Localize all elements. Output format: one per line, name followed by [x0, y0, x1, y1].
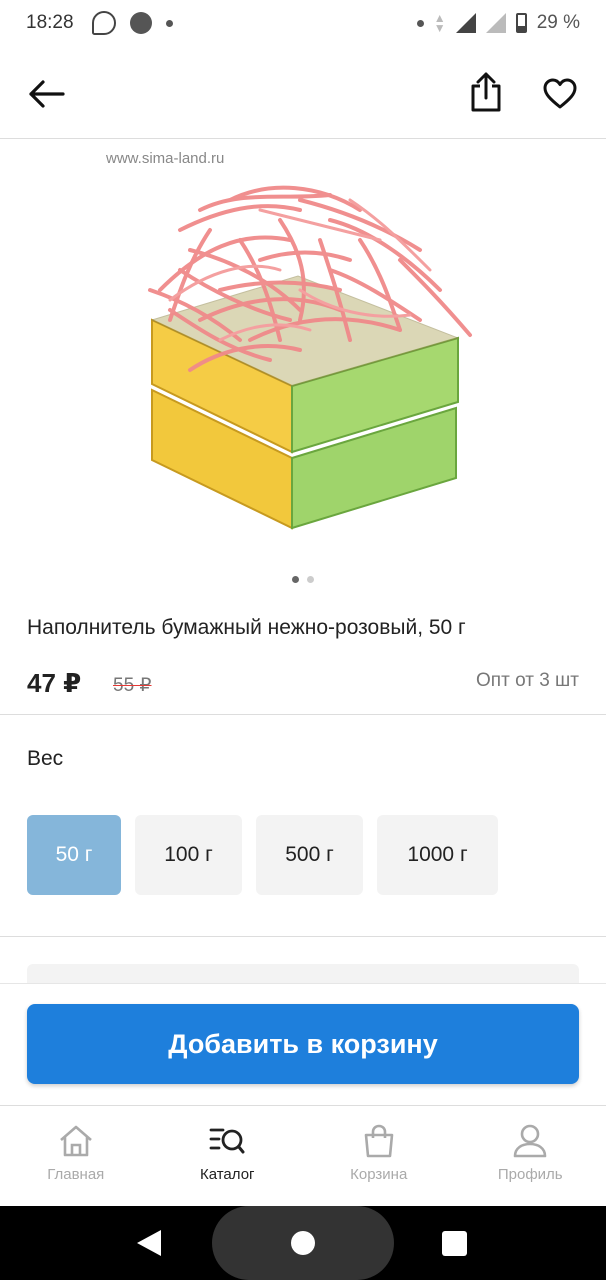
weight-label: Вес [27, 747, 64, 770]
signal-2-icon [485, 13, 506, 33]
nav-item-profile[interactable]: Профиль [455, 1106, 606, 1206]
share-button[interactable] [464, 70, 508, 114]
shopping-bag-icon [364, 1124, 394, 1158]
system-home-icon[interactable] [291, 1231, 315, 1255]
product-title: Наполнитель бумажный нежно-розовый, 50 г [27, 616, 466, 639]
image-dot-1[interactable] [292, 576, 299, 583]
image-dot-2[interactable] [307, 576, 314, 583]
heart-icon [543, 78, 577, 109]
weight-option-500[interactable]: 500 г [256, 815, 363, 895]
top-bar [0, 46, 606, 139]
system-recents-icon[interactable] [442, 1231, 467, 1256]
nav-item-catalog[interactable]: Каталог [152, 1106, 304, 1206]
nav-label-catalog: Каталог [199, 1166, 255, 1183]
wholesale-info: Опт от 3 шт [476, 670, 579, 691]
battery-level: 29 % [536, 12, 580, 33]
image-pagination[interactable] [0, 576, 606, 583]
system-back-icon[interactable] [137, 1230, 161, 1256]
nav-label-home: Главная [47, 1166, 105, 1183]
home-icon [59, 1125, 92, 1157]
nav-item-home[interactable]: Главная [0, 1106, 152, 1206]
signal-icon [455, 13, 476, 33]
more-notifications-icon [165, 19, 173, 27]
info-card [27, 964, 579, 984]
weight-options: 50 г 100 г 500 г 1000 г [27, 815, 498, 895]
status-time: 18:28 [26, 12, 74, 33]
data-arrows-icon: ▲ ▼ [433, 11, 446, 35]
weight-option-50[interactable]: 50 г [27, 815, 121, 895]
weight-option-100[interactable]: 100 г [135, 815, 242, 895]
catalog-search-icon [209, 1128, 245, 1154]
user-icon [513, 1124, 547, 1158]
system-navigation-bar [0, 1206, 606, 1280]
nav-item-cart[interactable]: Корзина [303, 1106, 455, 1206]
product-image[interactable]: www.sima-land.ru [0, 140, 606, 570]
viber-icon [91, 11, 116, 35]
back-button[interactable] [24, 72, 68, 116]
weight-option-1000[interactable]: 1000 г [377, 815, 498, 895]
bottom-nav: Главная Каталог Корзина Профиль [0, 1105, 606, 1206]
product-photo [148, 185, 472, 530]
product-price: 47 ₽ [27, 668, 82, 698]
nav-label-profile: Профиль [497, 1166, 563, 1183]
arrow-left-icon [29, 80, 65, 108]
divider [0, 936, 606, 937]
nav-label-cart: Корзина [350, 1166, 408, 1183]
favorite-button[interactable] [538, 72, 582, 116]
share-icon [471, 72, 501, 112]
divider [0, 714, 606, 715]
status-bar: 18:28 ▲ ▼ 29 % [0, 0, 606, 46]
old-price: 55 ₽ [113, 675, 152, 696]
notification-dot-icon [416, 19, 424, 27]
add-to-cart-button[interactable]: Добавить в корзину [27, 1004, 579, 1084]
battery-icon [515, 13, 527, 33]
notification-icon [129, 12, 152, 34]
